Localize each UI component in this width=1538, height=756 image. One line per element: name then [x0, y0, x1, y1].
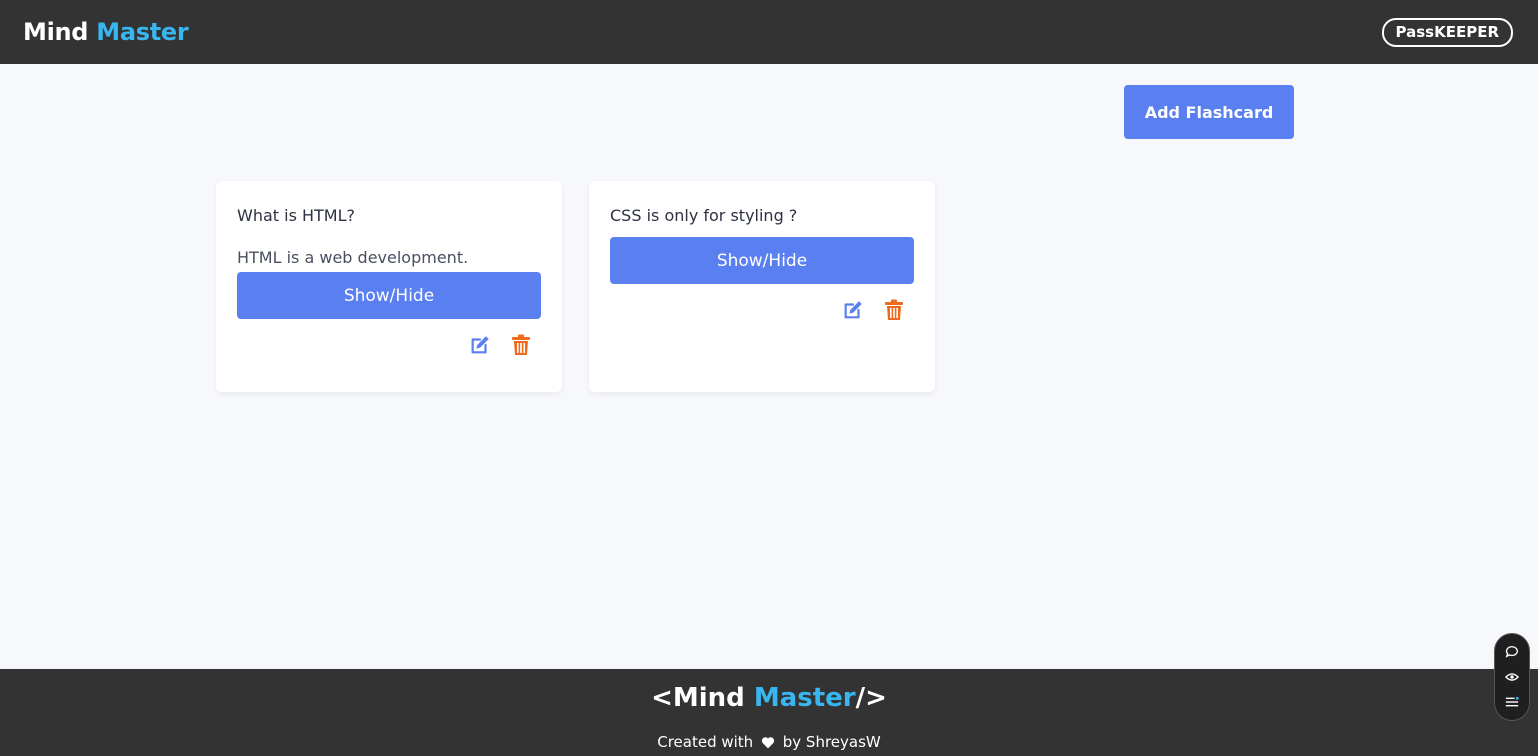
heart-icon — [761, 735, 775, 753]
flashcard-answer: HTML is a web development. — [237, 248, 469, 267]
credit-prefix: Created with — [657, 733, 754, 751]
footer-credit: Created with by ShreyasW — [0, 733, 1538, 753]
flashcard: What is HTML? HTML is a web development.… — [216, 181, 562, 392]
floating-toolbar — [1494, 633, 1530, 721]
navbar: Mind Master PassKEEPER — [0, 0, 1538, 64]
footer: <Mind Master/> Created with by ShreyasW — [0, 669, 1538, 756]
footer-brand-first: Mind — [672, 683, 745, 713]
trash-icon[interactable] — [509, 333, 533, 357]
edit-icon[interactable] — [468, 333, 492, 357]
flashcard: CSS is only for styling ? Show/Hide — [589, 181, 935, 392]
menu-icon[interactable] — [1504, 694, 1520, 710]
footer-brand-open: < — [651, 683, 673, 713]
trash-icon[interactable] — [882, 298, 906, 322]
credit-suffix: by ShreyasW — [782, 733, 881, 751]
brand-name-second: Master — [96, 18, 189, 46]
flashcard-question: CSS is only for styling ? — [610, 206, 798, 225]
eye-icon[interactable] — [1504, 669, 1520, 685]
brand-logo[interactable]: Mind Master — [23, 18, 189, 46]
show-hide-button[interactable]: Show/Hide — [610, 237, 914, 284]
show-hide-button[interactable]: Show/Hide — [237, 272, 541, 319]
footer-brand: <Mind Master/> — [0, 683, 1538, 713]
passkeeper-link[interactable]: PassKEEPER — [1381, 17, 1513, 47]
brand-name-first: Mind — [23, 18, 89, 46]
footer-brand-close: /> — [855, 683, 887, 713]
chat-icon[interactable] — [1504, 644, 1520, 660]
flashcard-question: What is HTML? — [237, 206, 356, 225]
add-flashcard-button[interactable]: Add Flashcard — [1124, 85, 1294, 139]
edit-icon[interactable] — [841, 298, 865, 322]
footer-brand-second: Master — [753, 683, 856, 713]
